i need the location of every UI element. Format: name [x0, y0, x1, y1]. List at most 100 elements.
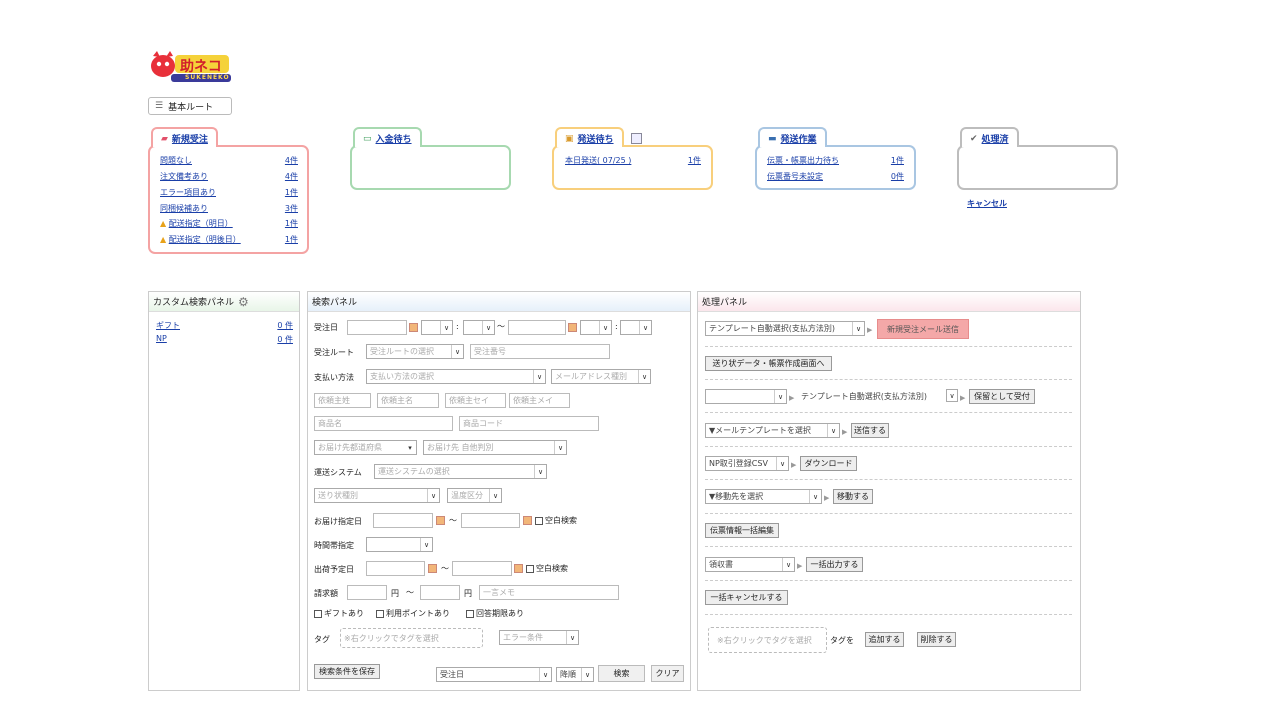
gift-checkbox[interactable]: ギフトあり	[314, 608, 364, 619]
ship-system-select[interactable]: 運送システムの選択 ∨	[374, 464, 547, 479]
status-box-done	[957, 145, 1118, 190]
arrow-icon: ▶	[797, 562, 803, 570]
search-panel-title: 検索パネル	[312, 298, 358, 308]
sort-direction-select[interactable]: 降順 ∨	[556, 667, 594, 682]
move-button[interactable]: 移動する	[833, 489, 873, 504]
product-name-input[interactable]: 商品名	[314, 416, 453, 431]
tab-done[interactable]: ✔ 処理済	[960, 127, 1019, 147]
sukeneko-logo: 助ネコ SUKENEKO	[149, 50, 233, 84]
gear-icon[interactable]: ⚙	[238, 295, 249, 309]
save-search-button[interactable]: 検索条件を保存	[314, 664, 380, 679]
row-label: 伝票・帳票出力待ち	[767, 156, 839, 165]
order-route-label: 受注ルート	[314, 348, 354, 357]
mail-type-select[interactable]: メールアドレス種別 ∨	[551, 369, 651, 384]
send-mail-button[interactable]: 送信する	[851, 423, 889, 438]
tab-new-order[interactable]: ▰ 新規受注	[151, 127, 218, 147]
remove-tag-button[interactable]: 削除する	[917, 632, 956, 647]
status-box-ship-wait	[552, 145, 713, 190]
ship-plan-label: 出荷予定日	[314, 565, 354, 574]
amount-to-input[interactable]	[420, 585, 460, 600]
send-new-order-mail-button[interactable]: 新規受注メール送信	[877, 319, 969, 339]
status-select[interactable]: ∨	[705, 389, 787, 404]
ship-plan-from-input[interactable]	[366, 561, 425, 576]
order-min-to-select[interactable]: ∨	[620, 320, 652, 335]
to-slip-screen-button[interactable]: 送り状データ・帳票作成画面へ	[705, 356, 832, 371]
blank-search-checkbox-2[interactable]: 空白検索	[526, 563, 568, 574]
template-auto-select[interactable]: テンプレート自動選択(支払方法別) ∨	[705, 321, 865, 336]
custom-search-panel: カスタム検索パネル ⚙	[148, 291, 300, 691]
np-csv-select[interactable]: NP取引登録CSV ∨	[705, 456, 789, 471]
time-slot-select[interactable]: ∨	[366, 537, 433, 552]
client-first-name-input[interactable]: 依頼主名	[377, 393, 439, 408]
download-button[interactable]: ダウンロード	[800, 456, 857, 471]
tag-drop-area[interactable]: ※右クリックでタグを選択	[340, 628, 483, 648]
calendar-search-icon[interactable]	[631, 133, 642, 144]
sort-field-select[interactable]: 受注日 ∨	[436, 667, 552, 682]
logo-subtext: SUKENEKO	[185, 74, 230, 81]
mail-template-select[interactable]: ▼メールテンプレートを選択 ∨	[705, 423, 840, 438]
calendar-icon[interactable]	[409, 323, 418, 332]
error-condition-select[interactable]: エラー条件 ∨	[499, 630, 579, 645]
bulk-output-button[interactable]: 一括出力する	[806, 557, 863, 572]
hold-accept-button[interactable]: 保留として受付	[969, 389, 1035, 404]
order-route-select[interactable]: 受注ルートの選択 ∨	[366, 344, 464, 359]
ship-plan-to-input[interactable]	[452, 561, 512, 576]
bulk-cancel-button[interactable]: 一括キャンセルする	[705, 590, 788, 605]
payment-select[interactable]: 支払い方法の選択 ∨	[366, 369, 546, 384]
tab-ship-wait[interactable]: ▣ 発送待ち	[555, 127, 624, 147]
cancel-link[interactable]: キャンセル	[967, 198, 1007, 209]
client-first-kana-input[interactable]: 依頼主メイ	[509, 393, 570, 408]
temperature-select[interactable]: 温度区分 ∨	[447, 488, 502, 503]
row-label: 注文備考あり	[160, 172, 208, 181]
memo-input[interactable]: 一言メモ	[479, 585, 619, 600]
order-min-from-select[interactable]: ∨	[463, 320, 495, 335]
arrow-icon: ▶	[824, 494, 830, 502]
calendar-icon[interactable]	[428, 564, 437, 573]
calendar-icon[interactable]	[514, 564, 523, 573]
route-label: 基本ルート	[168, 102, 214, 113]
order-date-to-input[interactable]	[508, 320, 566, 335]
add-tag-button[interactable]: 追加する	[865, 632, 904, 647]
row-count: 1件	[284, 235, 298, 244]
prefecture-select[interactable]: お届け先都道府県 ▾	[314, 440, 417, 455]
order-number-input[interactable]: 受注番号	[470, 344, 610, 359]
move-to-select[interactable]: ▼移動先を選択 ∨	[705, 489, 822, 504]
answer-deadline-checkbox[interactable]: 回答期限あり	[466, 608, 524, 619]
tab-ship-work[interactable]: ▬ 発送作業	[758, 127, 827, 147]
amount-from-input[interactable]	[347, 585, 387, 600]
client-last-name-input[interactable]: 依頼主姓	[314, 393, 371, 408]
order-hour-from-select[interactable]: ∨	[421, 320, 453, 335]
truck-icon: ▬	[768, 133, 777, 144]
client-last-kana-input[interactable]: 依頼主セイ	[445, 393, 506, 408]
tab-ship-wait-label: 発送待ち	[577, 135, 614, 145]
process-tag-drop-area[interactable]: ※右クリックでタグを選択	[708, 627, 827, 653]
points-checkbox[interactable]: 利用ポイントあり	[376, 608, 450, 619]
delivery-date-to-input[interactable]	[461, 513, 520, 528]
calendar-icon[interactable]	[523, 516, 532, 525]
route-select-button[interactable]: ☰ 基本ルート	[148, 97, 232, 115]
list-icon: ☰	[155, 101, 164, 111]
receipt-select[interactable]: 領収書 ∨	[705, 557, 795, 572]
delivery-date-from-input[interactable]	[373, 513, 433, 528]
ship-to-select[interactable]: お届け先 自他判別 ∨	[423, 440, 567, 455]
calendar-icon[interactable]	[568, 323, 577, 332]
product-code-input[interactable]: 商品コード	[459, 416, 599, 431]
tab-payment-wait[interactable]: ▭ 入金待ち	[353, 127, 422, 147]
slip-type-select[interactable]: 送り状種別 ∨	[314, 488, 440, 503]
order-date-from-input[interactable]	[347, 320, 407, 335]
arrow-icon: ▶	[960, 394, 966, 402]
clear-button[interactable]: クリア	[651, 665, 684, 682]
status-box-payment-wait	[350, 145, 511, 190]
custom-item-label: ギフト	[156, 321, 180, 330]
template-auto-select-2[interactable]: テンプレート自動選択(支払方法別) ∨	[798, 389, 958, 404]
order-date-label: 受注日	[314, 323, 338, 332]
warning-icon: ▲	[160, 235, 167, 244]
calendar-icon[interactable]	[436, 516, 445, 525]
slip-bulk-edit-button[interactable]: 伝票情報一括編集	[705, 523, 779, 538]
order-hour-to-select[interactable]: ∨	[580, 320, 612, 335]
search-button[interactable]: 検索	[598, 665, 645, 682]
blank-search-checkbox[interactable]: 空白検索	[535, 515, 577, 526]
custom-item-count: 0 件	[277, 321, 293, 330]
range-tilde: ～	[449, 516, 457, 525]
new-order-icon: ▰	[161, 133, 168, 144]
